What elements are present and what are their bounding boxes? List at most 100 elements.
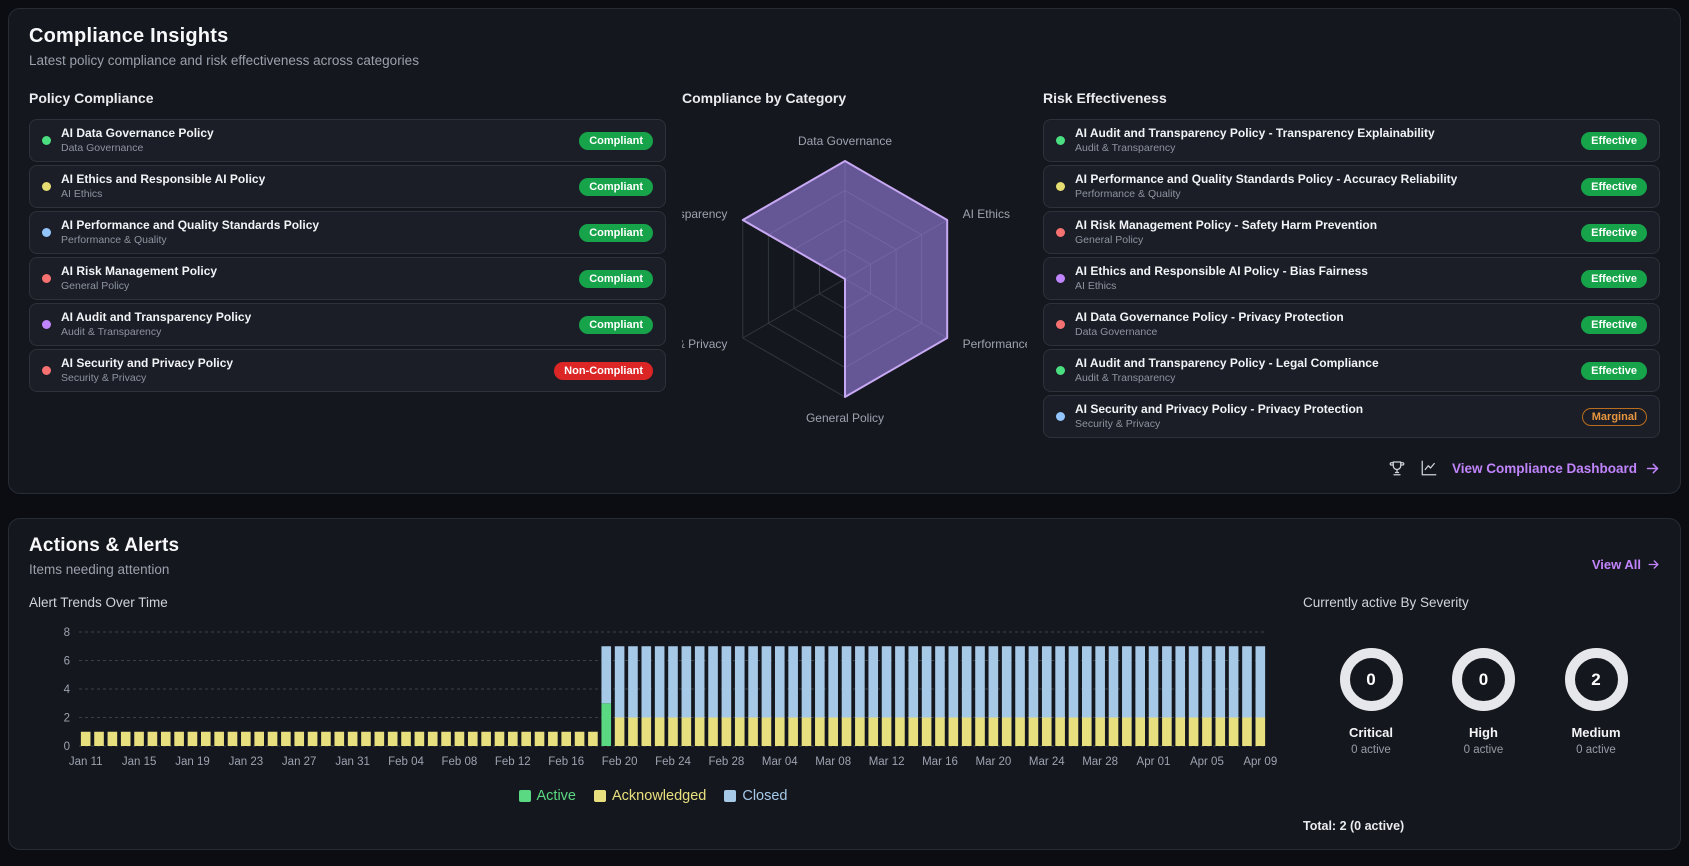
status-badge: Effective — [1581, 131, 1647, 150]
svg-text:Feb 08: Feb 08 — [441, 756, 477, 768]
policy-row[interactable]: AI Data Governance Policy Data Governanc… — [29, 119, 666, 162]
svg-text:Jan 31: Jan 31 — [335, 756, 370, 768]
risk-category: Audit & Transparency — [1075, 371, 1176, 384]
policy-category: Security & Privacy — [61, 371, 147, 384]
arrow-right-icon — [1646, 463, 1659, 473]
compliance-insights-panel: Compliance Insights Latest policy compli… — [8, 8, 1681, 494]
policy-name: AI Audit and Transparency Policy — [61, 309, 252, 324]
high-donut: 0 — [1452, 648, 1515, 711]
policy-name: AI Data Governance Policy — [61, 125, 214, 140]
svg-text:Feb 24: Feb 24 — [655, 756, 691, 768]
policy-dot — [42, 228, 51, 237]
policy-category: General Policy — [61, 279, 130, 292]
risk-dot — [1056, 182, 1065, 191]
high-count: 0 — [1478, 669, 1489, 689]
severity-item-critical: 0 Critical 0 active — [1321, 648, 1421, 756]
policy-name: AI Performance and Quality Standards Pol… — [61, 217, 320, 232]
risk-row[interactable]: AI Security and Privacy Policy - Privacy… — [1043, 395, 1660, 438]
svg-text:Feb 04: Feb 04 — [388, 756, 424, 768]
medium-active: 0 active — [1576, 744, 1616, 756]
critical-label: Critical — [1348, 725, 1394, 740]
svg-text:Mar 08: Mar 08 — [815, 756, 851, 768]
risk-effectiveness-column: Risk Effectiveness AI Audit and Transpar… — [1043, 90, 1660, 441]
policy-compliance-list: AI Data Governance Policy Data Governanc… — [29, 119, 666, 392]
legend-item-closed[interactable]: Closed — [724, 788, 787, 804]
status-badge: Effective — [1581, 177, 1647, 196]
risk-text: AI Data Governance Policy - Privacy Prot… — [1075, 310, 1352, 339]
risk-row[interactable]: AI Audit and Transparency Policy - Legal… — [1043, 349, 1660, 392]
policy-name: AI Ethics and Responsible AI Policy — [61, 171, 266, 186]
actions-alerts-title: Actions & Alerts — [29, 535, 180, 556]
svg-text:Performance & Quality: Performance & Quality — [963, 337, 1027, 351]
svg-text:Feb 28: Feb 28 — [708, 756, 744, 768]
svg-text:Jan 23: Jan 23 — [229, 756, 264, 768]
status-badge: Effective — [1581, 223, 1647, 242]
svg-text:8: 8 — [64, 627, 70, 639]
risk-name: AI Performance and Quality Standards Pol… — [1075, 171, 1458, 186]
page-title: Compliance Insights — [29, 25, 229, 47]
compliance-footer: View Compliance Dashboard — [29, 449, 1660, 477]
policy-row[interactable]: AI Audit and Transparency Policy Audit &… — [29, 303, 666, 346]
policy-category: Performance & Quality — [61, 233, 167, 246]
risk-row[interactable]: AI Data Governance Policy - Privacy Prot… — [1043, 303, 1660, 346]
risk-category: Audit & Transparency — [1075, 141, 1176, 154]
risk-row[interactable]: AI Ethics and Responsible AI Policy - Bi… — [1043, 257, 1660, 300]
svg-text:Mar 20: Mar 20 — [976, 756, 1012, 768]
policy-dot — [42, 136, 51, 145]
severity-total: Total: 2 (0 active) — [1303, 819, 1405, 833]
svg-text:General Policy: General Policy — [806, 411, 884, 425]
risk-row[interactable]: AI Risk Management Policy - Safety Harm … — [1043, 211, 1660, 254]
risk-name: AI Risk Management Policy - Safety Harm … — [1075, 217, 1378, 232]
risk-dot — [1056, 136, 1065, 145]
severity-donuts: 0 Critical 0 active 0 High 0 active 2 Me… — [1303, 648, 1660, 756]
status-badge: Non-Compliant — [554, 361, 653, 380]
policy-row[interactable]: AI Security and Privacy Policy Security … — [29, 349, 666, 392]
view-all-label: View All — [1591, 557, 1641, 572]
status-badge: Effective — [1581, 269, 1647, 288]
risk-text: AI Ethics and Responsible AI Policy - Bi… — [1075, 264, 1376, 293]
legend-swatch — [518, 790, 531, 802]
severity-heading: Currently active By Severity — [1303, 595, 1469, 610]
severity-item-high: 0 High 0 active — [1434, 648, 1534, 756]
legend-item-active[interactable]: Active — [518, 788, 577, 804]
risk-dot — [1056, 366, 1065, 375]
legend-item-acknowledged[interactable]: Acknowledged — [594, 788, 706, 804]
risk-effectiveness-list: AI Audit and Transparency Policy - Trans… — [1043, 119, 1660, 438]
risk-category: General Policy — [1075, 233, 1144, 246]
risk-dot — [1056, 228, 1065, 237]
svg-text:Feb 12: Feb 12 — [495, 756, 531, 768]
compliance-by-category-column: Compliance by Category Data Governance AI… — [682, 90, 1027, 449]
policy-dot — [42, 274, 51, 283]
svg-text:AI Ethics: AI Ethics — [963, 207, 1010, 221]
risk-category: Performance & Quality — [1075, 187, 1181, 200]
svg-text:Security & Privacy: Security & Privacy — [682, 337, 727, 351]
policy-row[interactable]: AI Ethics and Responsible AI Policy AI E… — [29, 165, 666, 208]
policy-name: AI Security and Privacy Policy — [61, 355, 234, 370]
policy-category: Audit & Transparency — [61, 325, 162, 338]
view-compliance-dashboard-link[interactable]: View Compliance Dashboard — [1452, 461, 1660, 476]
line-chart-icon[interactable] — [1420, 459, 1438, 477]
medium-count: 2 — [1591, 669, 1601, 689]
policy-text: AI Risk Management Policy General Policy — [61, 264, 225, 293]
risk-text: AI Risk Management Policy - Safety Harm … — [1075, 218, 1385, 247]
view-all-link[interactable]: View All — [1592, 557, 1660, 572]
status-badge: Compliant — [579, 223, 653, 242]
severity-item-medium: 2 Medium 0 active — [1546, 648, 1646, 756]
risk-row[interactable]: AI Performance and Quality Standards Pol… — [1043, 165, 1660, 208]
risk-name: AI Data Governance Policy - Privacy Prot… — [1075, 309, 1344, 324]
risk-text: AI Audit and Transparency Policy - Legal… — [1075, 356, 1387, 385]
svg-text:Mar 16: Mar 16 — [922, 756, 958, 768]
risk-dot — [1056, 274, 1065, 283]
legend-label: Active — [536, 788, 577, 804]
policy-row[interactable]: AI Performance and Quality Standards Pol… — [29, 211, 666, 254]
svg-text:Apr 05: Apr 05 — [1190, 756, 1224, 768]
policy-text: AI Audit and Transparency Policy Audit &… — [61, 310, 259, 339]
compliance-by-category-heading: Compliance by Category — [682, 90, 847, 106]
actions-alerts-panel: Actions & Alerts Items needing attention… — [8, 518, 1681, 850]
risk-category: Data Governance — [1075, 325, 1158, 338]
risk-dot — [1056, 412, 1065, 421]
policy-row[interactable]: AI Risk Management Policy General Policy… — [29, 257, 666, 300]
trophy-icon[interactable] — [1388, 459, 1406, 477]
svg-text:4: 4 — [64, 684, 71, 696]
risk-row[interactable]: AI Audit and Transparency Policy - Trans… — [1043, 119, 1660, 162]
